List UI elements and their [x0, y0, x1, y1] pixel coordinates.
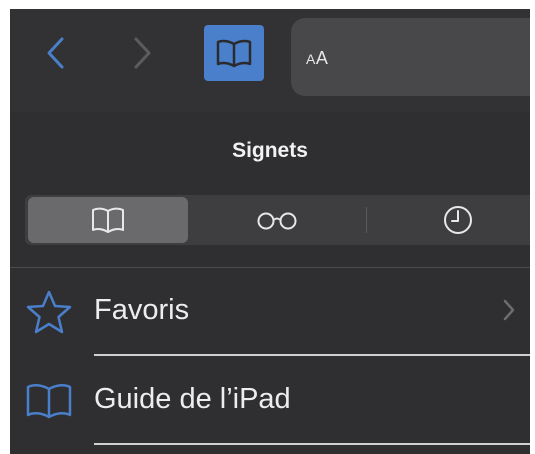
forward-button[interactable]: [122, 31, 162, 75]
safari-sidebar-panel: AA Signets Favoris Guide de l’iPad: [10, 9, 530, 454]
panel-title: Signets: [232, 139, 308, 162]
chevron-right-icon: [502, 298, 516, 327]
list-item-label: Favoris: [94, 294, 190, 326]
list-item-ipad-guide[interactable]: Guide de l’iPad: [10, 359, 530, 445]
row-separator: [94, 354, 530, 356]
tab-bookmarks[interactable]: [28, 197, 188, 243]
book-icon: [24, 379, 74, 423]
list-item-label: Guide de l’iPad: [94, 383, 291, 415]
segmented-control: [25, 195, 530, 245]
book-icon: [216, 39, 252, 68]
reader-large-a: A: [315, 48, 329, 68]
glasses-icon: [257, 212, 297, 230]
tab-history[interactable]: [370, 197, 530, 243]
back-button[interactable]: [36, 31, 76, 75]
tab-reading-list[interactable]: [193, 197, 361, 243]
reader-small-a: A: [306, 51, 316, 67]
chevron-left-icon: [47, 37, 64, 69]
toolbar: AA: [10, 9, 530, 112]
row-separator: [94, 443, 530, 445]
list-item-favorites[interactable]: Favoris: [10, 270, 530, 356]
clock-icon: [443, 206, 472, 234]
sidebar-bookmarks-button[interactable]: [204, 25, 264, 81]
divider: [10, 267, 530, 268]
segment-divider: [366, 207, 367, 233]
reader-text-size-button[interactable]: AA: [306, 48, 328, 69]
book-icon: [92, 207, 124, 233]
star-icon: [24, 290, 74, 334]
address-bar[interactable]: AA: [291, 18, 530, 96]
chevron-right-icon: [134, 37, 151, 69]
